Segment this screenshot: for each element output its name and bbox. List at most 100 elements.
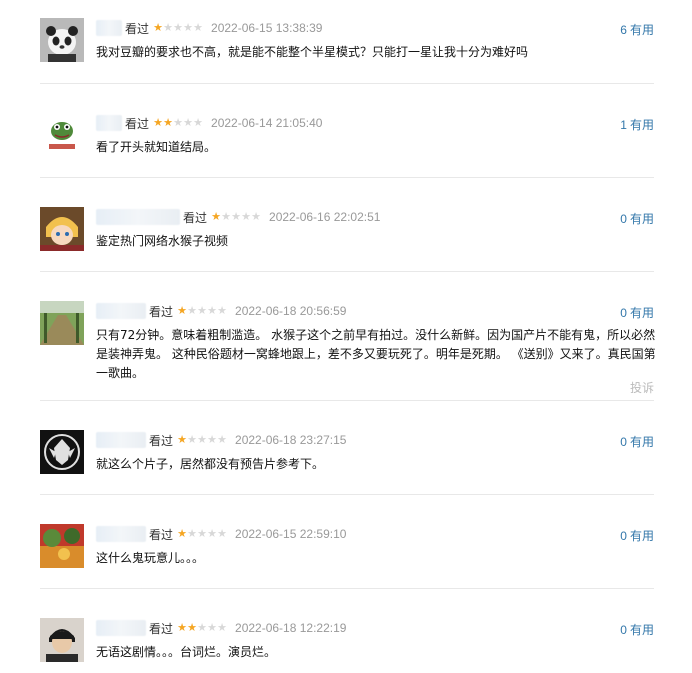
review-time: 2022-06-16 22:02:51 xyxy=(269,210,381,224)
landscape-avatar-icon xyxy=(40,301,84,345)
useful-button[interactable]: 6 有用 xyxy=(620,21,654,38)
review-text: 鉴定热门网络水猴子视频 xyxy=(96,234,229,248)
useful-label: 有用 xyxy=(629,306,654,320)
review-time: 2022-06-18 12:22:19 xyxy=(235,621,347,635)
watch-status: 看过 xyxy=(149,433,174,448)
username[interactable] xyxy=(96,115,122,131)
star-empty-icon: ★ xyxy=(163,21,173,34)
watch-status: 看过 xyxy=(183,210,208,225)
rating-stars: ★ ★ ★ ★ ★ xyxy=(177,434,227,446)
shield-emblem-avatar-icon xyxy=(40,430,84,474)
useful-count: 0 xyxy=(620,529,627,543)
useful-button[interactable]: 0 有用 xyxy=(620,433,654,450)
useful-button[interactable]: 1 有用 xyxy=(620,116,654,133)
star-filled-icon: ★ xyxy=(177,304,187,317)
review-text: 看了开头就知道结局。 xyxy=(96,140,217,154)
username[interactable] xyxy=(96,303,146,319)
report-link[interactable]: 投诉 xyxy=(630,379,654,396)
watch-status: 看过 xyxy=(125,116,150,131)
username[interactable] xyxy=(96,209,180,225)
star-empty-icon: ★ xyxy=(207,304,217,317)
star-filled-icon: ★ xyxy=(153,116,163,129)
useful-label: 有用 xyxy=(629,212,654,226)
star-empty-icon: ★ xyxy=(193,116,203,129)
star-empty-icon: ★ xyxy=(183,21,193,34)
star-empty-icon: ★ xyxy=(217,527,227,540)
username[interactable] xyxy=(96,620,146,636)
star-filled-icon: ★ xyxy=(163,116,173,129)
review-item: 看过 ★ ★ ★ ★ ★ 2022-06-16 22:02:51 0 有用 鉴定热门网络水… xyxy=(40,207,654,267)
star-empty-icon: ★ xyxy=(193,21,203,34)
star-empty-icon: ★ xyxy=(173,21,183,34)
review-time: 2022-06-14 21:05:40 xyxy=(211,116,323,130)
avatar[interactable] xyxy=(40,524,84,568)
star-empty-icon: ★ xyxy=(207,621,217,634)
review-time: 2022-06-15 13:38:39 xyxy=(211,21,323,35)
star-empty-icon: ★ xyxy=(197,527,207,540)
review-text: 无语这剧情。。。台词烂。演员烂。 xyxy=(96,645,277,659)
star-empty-icon: ★ xyxy=(187,433,197,446)
star-empty-icon: ★ xyxy=(217,433,227,446)
username[interactable] xyxy=(96,432,146,448)
watch-status: 看过 xyxy=(125,21,150,36)
useful-button[interactable]: 0 有用 xyxy=(620,621,654,638)
review-meta: 看过 ★ ★ ★ ★ ★ 2022-06-15 22:59:10 xyxy=(96,524,346,544)
review-time: 2022-06-15 22:59:10 xyxy=(235,527,347,541)
review-text: 就这么个片子，居然都没有预告片参考下。 xyxy=(96,457,325,471)
star-empty-icon: ★ xyxy=(251,210,261,223)
rating-stars: ★ ★ ★ ★ ★ xyxy=(153,117,203,129)
watch-status: 看过 xyxy=(149,304,174,319)
review-meta: 看过 ★ ★ ★ ★ ★ 2022-06-18 23:27:15 xyxy=(96,430,346,450)
review-text: 只有72分钟。意味着粗制滥造。 水猴子这个之前早有拍过。没什么新鲜。因为国产片不… xyxy=(96,328,656,380)
star-empty-icon: ★ xyxy=(173,116,183,129)
star-filled-icon: ★ xyxy=(211,210,221,223)
divider xyxy=(40,400,654,401)
star-empty-icon: ★ xyxy=(207,433,217,446)
star-empty-icon: ★ xyxy=(231,210,241,223)
rating-stars: ★ ★ ★ ★ ★ xyxy=(177,622,227,634)
star-empty-icon: ★ xyxy=(217,621,227,634)
username[interactable] xyxy=(96,20,122,36)
star-empty-icon: ★ xyxy=(197,433,207,446)
avatar[interactable] xyxy=(40,430,84,474)
watch-status: 看过 xyxy=(149,621,174,636)
useful-count: 6 xyxy=(620,23,627,37)
avatar[interactable] xyxy=(40,113,84,157)
star-filled-icon: ★ xyxy=(187,621,197,634)
useful-button[interactable]: 0 有用 xyxy=(620,304,654,321)
avatar[interactable] xyxy=(40,618,84,662)
review-meta: 看过 ★ ★ ★ ★ ★ 2022-06-18 12:22:19 xyxy=(96,618,346,638)
useful-button[interactable]: 0 有用 xyxy=(620,210,654,227)
anime-avatar-icon xyxy=(40,207,84,251)
review-meta: 看过 ★ ★ ★ ★ ★ 2022-06-18 20:56:59 xyxy=(96,301,346,321)
useful-count: 0 xyxy=(620,623,627,637)
star-empty-icon: ★ xyxy=(241,210,251,223)
star-empty-icon: ★ xyxy=(221,210,231,223)
useful-label: 有用 xyxy=(629,118,654,132)
username[interactable] xyxy=(96,526,146,542)
useful-count: 0 xyxy=(620,435,627,449)
review-meta: 看过 ★ ★ ★ ★ ★ 2022-06-16 22:02:51 xyxy=(96,207,380,227)
star-filled-icon: ★ xyxy=(153,21,163,34)
frog-avatar-icon xyxy=(40,113,84,157)
rating-stars: ★ ★ ★ ★ ★ xyxy=(177,305,227,317)
useful-count: 0 xyxy=(620,306,627,320)
avatar[interactable] xyxy=(40,18,84,62)
rating-stars: ★ ★ ★ ★ ★ xyxy=(153,22,203,34)
useful-button[interactable]: 0 有用 xyxy=(620,527,654,544)
nature-avatar-icon xyxy=(40,524,84,568)
star-empty-icon: ★ xyxy=(183,116,193,129)
star-filled-icon: ★ xyxy=(177,433,187,446)
person-avatar-icon xyxy=(40,618,84,662)
useful-count: 1 xyxy=(620,118,627,132)
review-meta: 看过 ★ ★ ★ ★ ★ 2022-06-15 13:38:39 xyxy=(96,18,322,38)
avatar[interactable] xyxy=(40,301,84,345)
rating-stars: ★ ★ ★ ★ ★ xyxy=(211,211,261,223)
avatar[interactable] xyxy=(40,207,84,251)
review-item: 看过 ★ ★ ★ ★ ★ 2022-06-15 13:38:39 6 有用 我对豆瓣的要求… xyxy=(40,18,654,78)
review-item: 看过 ★ ★ ★ ★ ★ 2022-06-14 21:05:40 1 有用 看了开头就知道… xyxy=(40,113,654,173)
rating-stars: ★ ★ ★ ★ ★ xyxy=(177,528,227,540)
review-time: 2022-06-18 23:27:15 xyxy=(235,433,347,447)
panda-avatar-icon xyxy=(40,18,84,62)
useful-label: 有用 xyxy=(629,23,654,37)
